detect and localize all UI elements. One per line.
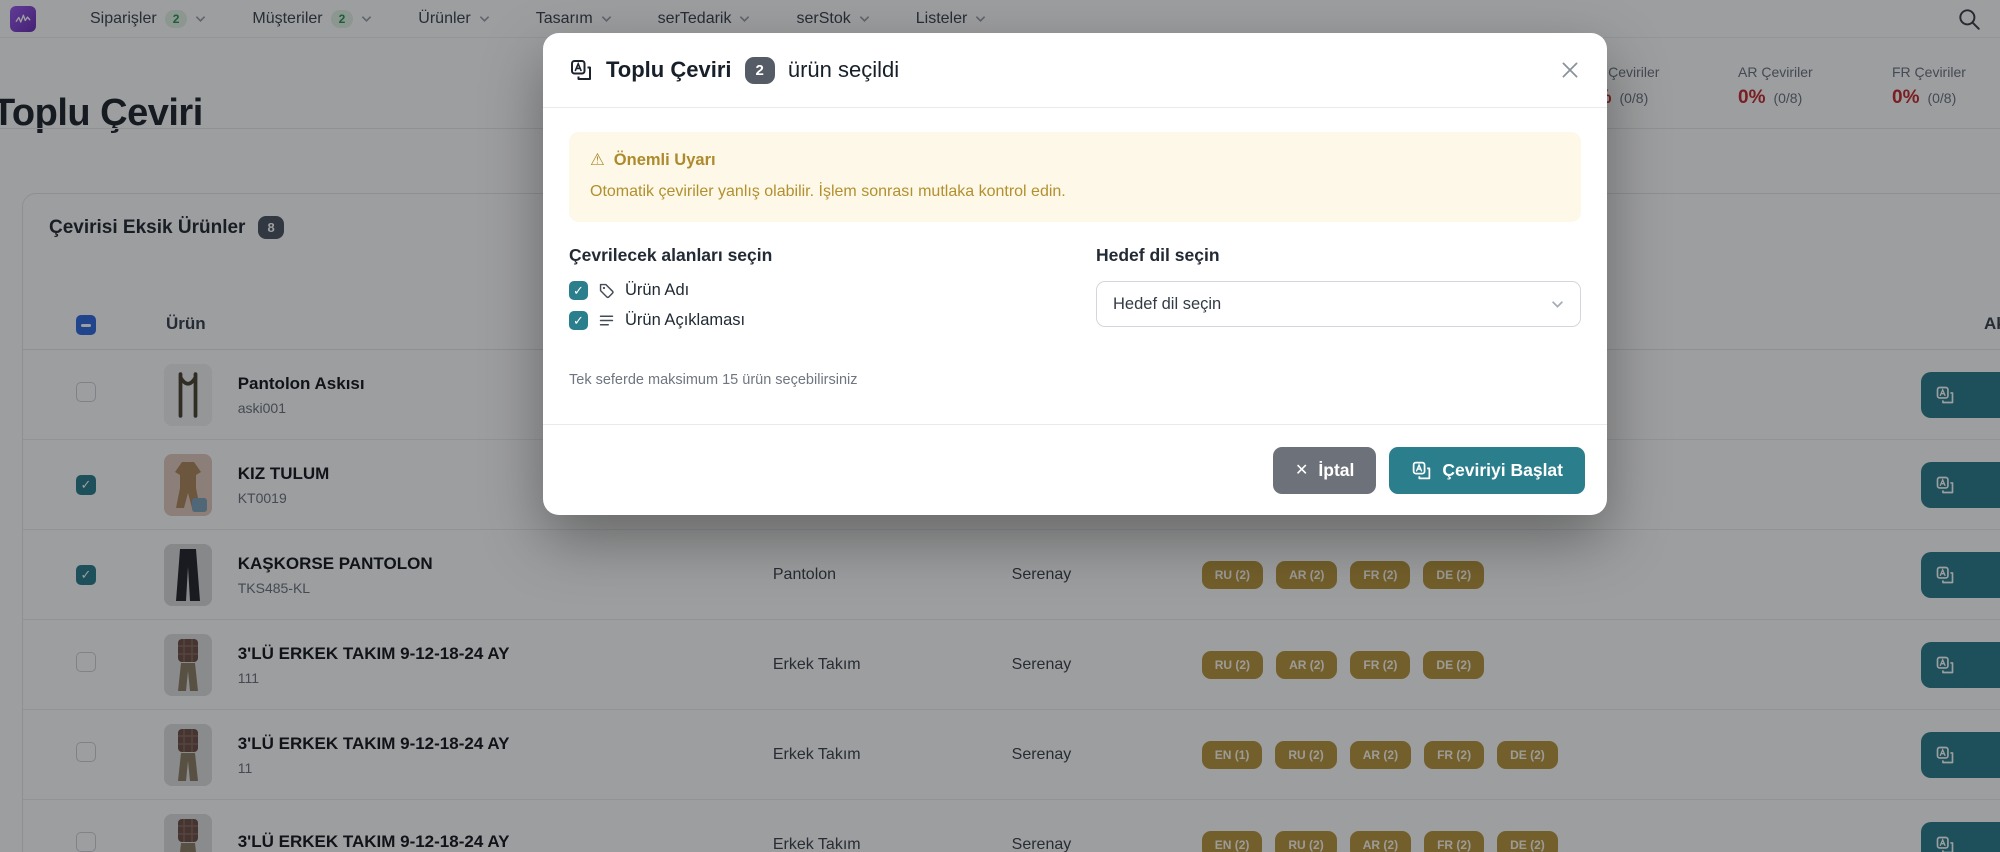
option-checkbox-product-description[interactable]: ✓ [569,311,588,330]
selected-count-badge: 2 [745,57,775,84]
translate-icon [1411,460,1432,481]
bulk-translate-modal: Toplu Çeviri 2 ürün seçildi ⚠ Önemli Uya… [543,33,1607,515]
description-icon [598,312,615,329]
select-value: Hedef dil seçin [1113,295,1221,314]
close-icon[interactable] [1559,59,1581,81]
target-language-heading: Hedef dil seçin [1096,245,1581,266]
start-translation-button[interactable]: Çeviriyi Başlat [1389,447,1585,494]
warning-title: Önemli Uyarı [614,151,716,170]
warning-icon: ⚠ [590,150,605,170]
warning-text: Otomatik çeviriler yanlış olabilir. İşle… [590,183,1560,201]
modal-title: Toplu Çeviri [606,57,732,83]
max-selection-note: Tek seferde maksimum 15 ürün seçebilirsi… [569,372,1581,388]
cancel-button[interactable]: ✕ İptal [1273,447,1376,494]
cancel-label: İptal [1318,460,1354,481]
option-label: Ürün Açıklaması [625,311,745,330]
tag-icon [598,282,615,299]
warning-banner: ⚠ Önemli Uyarı Otomatik çeviriler yanlış… [569,132,1581,222]
modal-subtitle: ürün seçildi [788,57,899,83]
target-language-select[interactable]: Hedef dil seçin [1096,281,1581,327]
close-icon: ✕ [1295,460,1308,480]
chevron-down-icon [1551,300,1564,309]
translate-icon [569,58,593,82]
submit-label: Çeviriyi Başlat [1442,460,1563,481]
fields-heading: Çevrilecek alanları seçin [569,245,1096,266]
option-checkbox-product-name[interactable]: ✓ [569,281,588,300]
option-label: Ürün Adı [625,281,689,300]
